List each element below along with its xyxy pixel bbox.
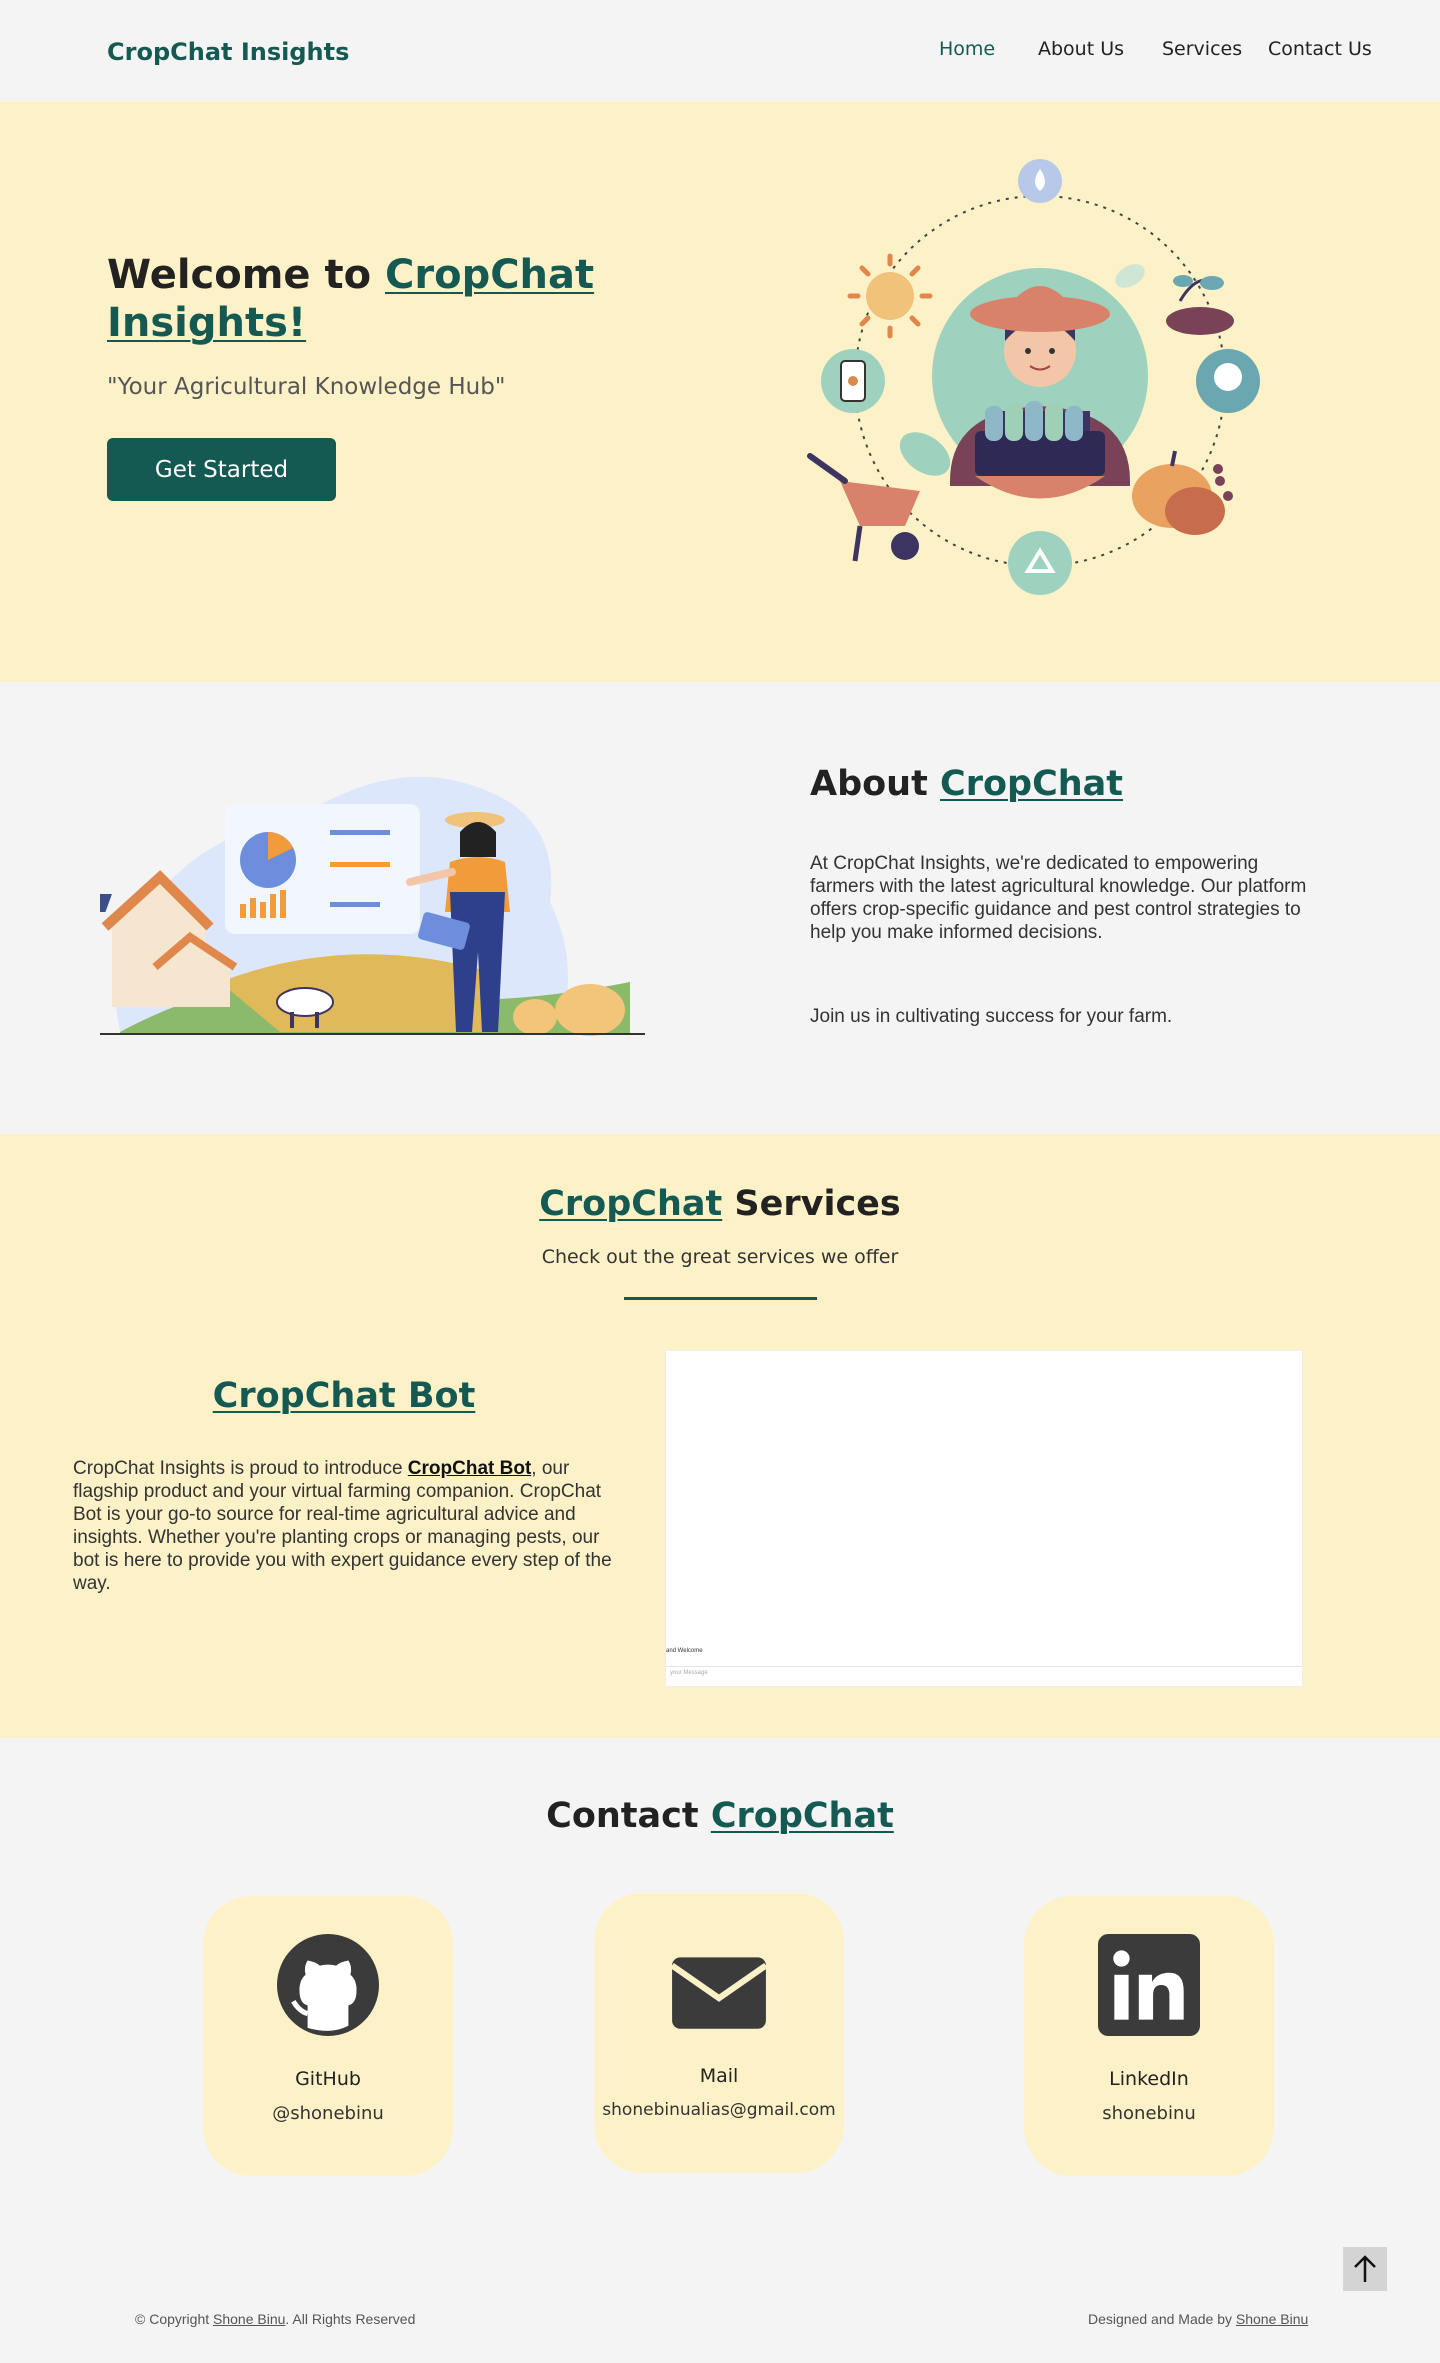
section-divider: [624, 1297, 817, 1300]
contact-card-linkedin[interactable]: LinkedIn shonebinu: [1024, 1896, 1274, 2176]
nav-link-services[interactable]: Services: [1162, 38, 1242, 60]
hero-tagline: "Your Agricultural Knowledge Hub": [107, 374, 506, 400]
chat-welcome-text: and Welcome: [666, 1648, 703, 1654]
about-title-accent: CropChat: [940, 764, 1124, 804]
farmer-illustration: [807, 159, 1260, 595]
about-section: About CropChat At CropChat Insights, we'…: [0, 682, 1440, 1134]
arrow-up-icon: [1354, 2255, 1376, 2282]
contact-card-mail[interactable]: Mail shonebinualias@gmail.com: [594, 1893, 844, 2173]
footer-credit: Designed and Made by Shone Binu: [1088, 2311, 1308, 2327]
back-to-top-button[interactable]: [1343, 2247, 1387, 2291]
github-icon: [277, 1934, 379, 2036]
hero-title-prefix: Welcome to: [107, 252, 385, 298]
bot-description: CropChat Insights is proud to introduce …: [73, 1457, 618, 1595]
about-description: At CropChat Insights, we're dedicated to…: [810, 853, 1307, 943]
linkedin-icon: [1098, 1934, 1200, 2036]
bot-title[interactable]: CropChat Bot: [0, 1376, 688, 1416]
farmer-dashboard-illustration: [100, 776, 645, 1036]
nav-link-home[interactable]: Home: [939, 38, 995, 60]
contact-card-github[interactable]: GitHub @shonebinu: [203, 1896, 453, 2176]
contact-section: Contact CropChat GitHub @shonebinu Mail …: [0, 1738, 1440, 2363]
about-title: About CropChat: [810, 764, 1123, 804]
copyright-suffix: . All Rights Reserved: [285, 2311, 416, 2327]
linkedin-label: LinkedIn: [1109, 2068, 1189, 2090]
chatbot-embed[interactable]: and Welcome your Message: [665, 1350, 1303, 1687]
mail-label: Mail: [699, 2065, 739, 2087]
get-started-button[interactable]: Get Started: [107, 438, 336, 501]
hero-title: Welcome to CropChat Insights!: [107, 251, 627, 347]
linkedin-handle[interactable]: shonebinu: [1024, 2103, 1274, 2124]
bot-link[interactable]: CropChat Bot: [408, 1458, 531, 1479]
contact-title-prefix: Contact: [546, 1796, 711, 1836]
navbar: CropChat Insights Home About Us Services…: [0, 0, 1440, 101]
services-title-suffix: Services: [722, 1184, 901, 1224]
copyright-author-link[interactable]: Shone Binu: [213, 2311, 285, 2327]
footer-copyright: © Copyright Shone Binu. All Rights Reser…: [135, 2311, 415, 2327]
nav-link-about[interactable]: About Us: [1038, 38, 1124, 60]
copyright-prefix: © Copyright: [135, 2311, 214, 2327]
contact-title: Contact CropChat: [0, 1796, 1440, 1836]
mail-address[interactable]: shonebinualias@gmail.com: [594, 2100, 844, 2120]
services-section: CropChat Services Check out the great se…: [0, 1134, 1440, 1738]
services-title-accent: CropChat: [539, 1184, 723, 1224]
about-closing: Join us in cultivating success for your …: [810, 1006, 1173, 1027]
mail-icon: [670, 1957, 768, 2029]
github-handle[interactable]: @shonebinu: [203, 2103, 453, 2124]
services-title: CropChat Services: [0, 1184, 1440, 1224]
nav-link-contact[interactable]: Contact Us: [1268, 38, 1372, 60]
about-title-prefix: About: [810, 764, 941, 804]
hero-section: Welcome to CropChat Insights! "Your Agri…: [0, 101, 1440, 682]
credit-prefix: Designed and Made by: [1088, 2311, 1236, 2327]
github-label: GitHub: [295, 2068, 361, 2090]
brand-logo[interactable]: CropChat Insights: [107, 38, 349, 66]
bot-desc-prefix: CropChat Insights is proud to introduce: [73, 1458, 408, 1479]
chat-message-input[interactable]: your Message: [666, 1666, 1302, 1680]
contact-title-accent: CropChat: [710, 1796, 894, 1836]
services-subtitle: Check out the great services we offer: [541, 1246, 899, 1268]
credit-author-link[interactable]: Shone Binu: [1236, 2311, 1308, 2327]
bot-title-text[interactable]: CropChat Bot: [213, 1376, 476, 1416]
